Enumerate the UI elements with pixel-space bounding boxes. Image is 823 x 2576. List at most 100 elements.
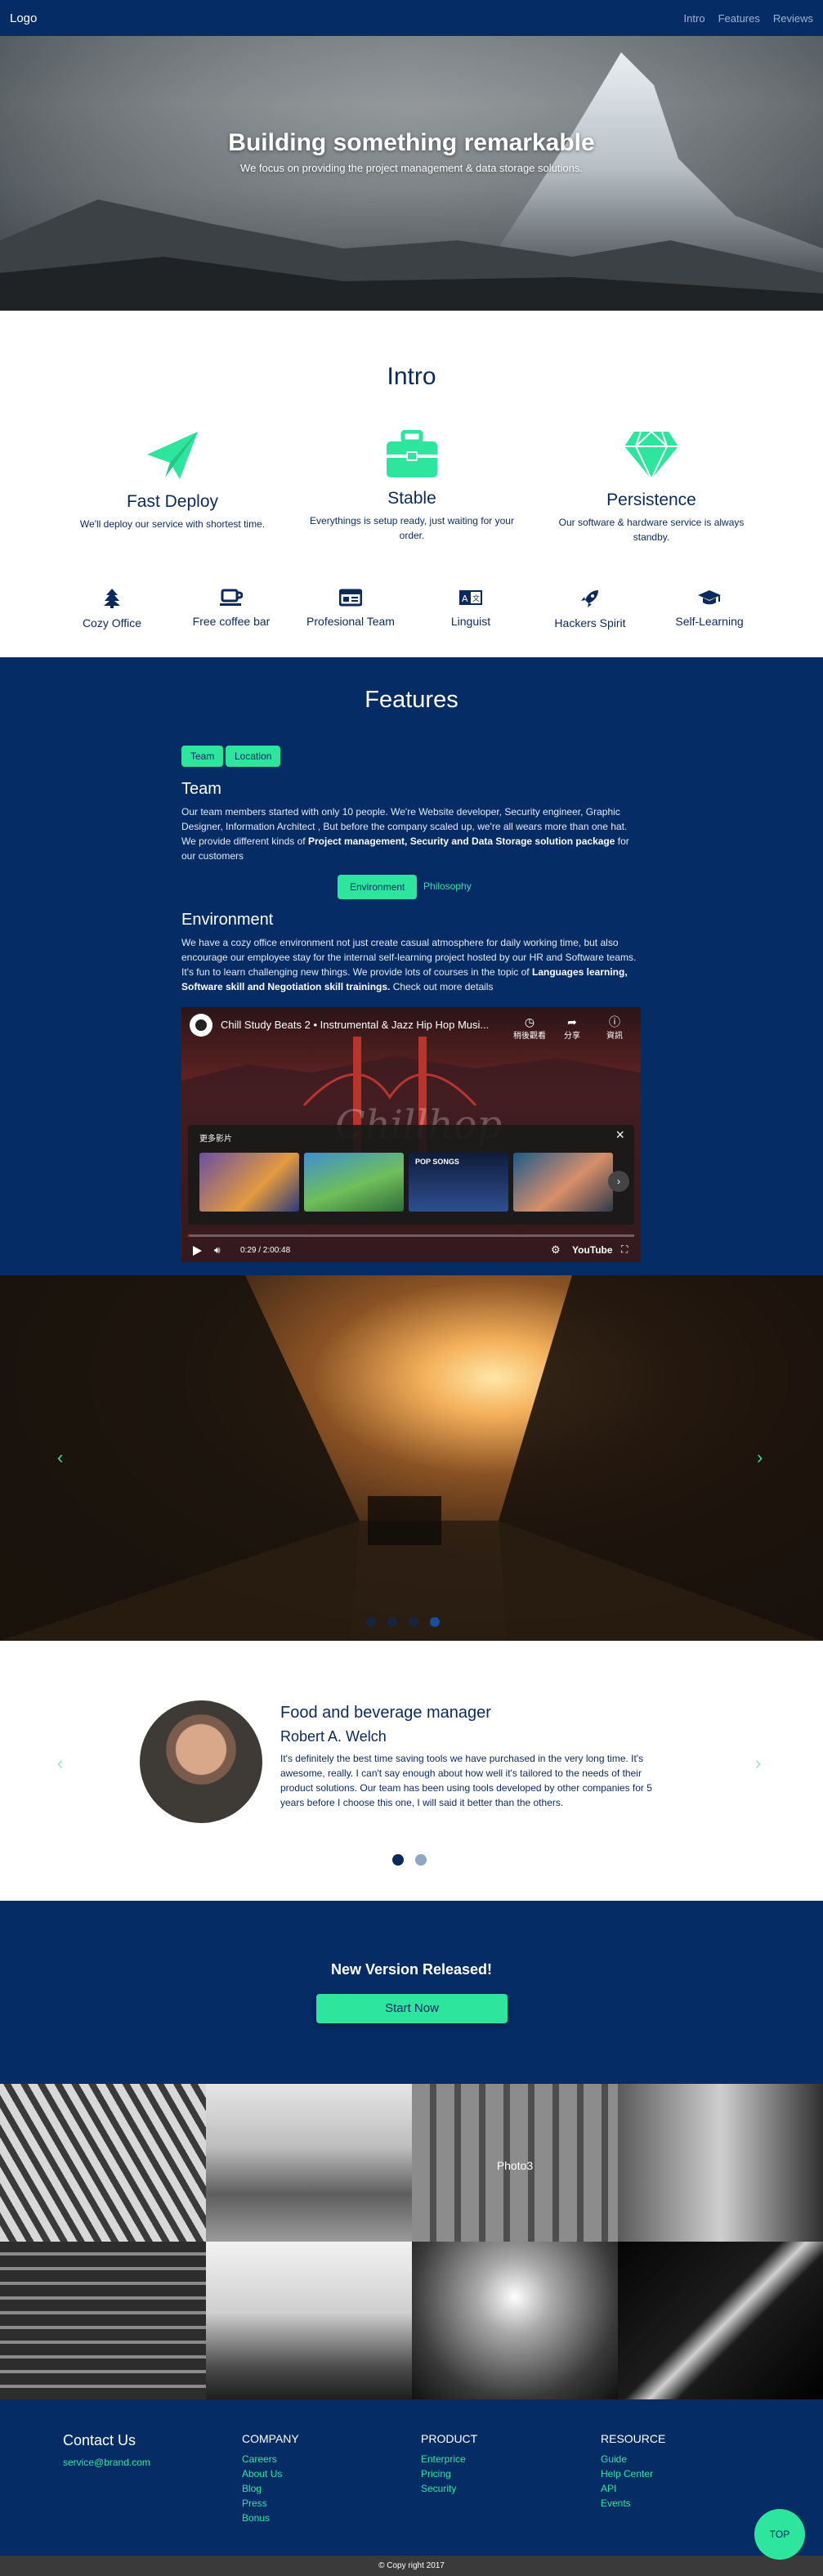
hero-subtitle: We focus on providing the project manage…	[240, 162, 583, 174]
feature-title: Fast Deploy	[126, 492, 219, 511]
tab-location[interactable]: Location	[226, 746, 281, 767]
youtube-logo[interactable]: YouTube	[572, 1244, 613, 1256]
gallery-photo[interactable]	[0, 2084, 206, 2242]
carousel-next-icon[interactable]: ›	[757, 1447, 763, 1468]
avatar	[140, 1700, 262, 1823]
gallery-photo[interactable]	[412, 2242, 618, 2399]
perk-label: Self-Learning	[675, 615, 744, 628]
share-label: 分享	[564, 1032, 580, 1041]
copyright: © Copy right 2017	[0, 2556, 823, 2576]
video-progress-fill	[188, 1234, 190, 1237]
team-title: Team	[181, 780, 221, 798]
perk-coffee-bar: Free coffee bar	[178, 589, 284, 628]
footer-link[interactable]: Events	[601, 2496, 665, 2511]
chevron-right-icon[interactable]: ›	[608, 1171, 629, 1192]
testimonial-next-icon[interactable]: ›	[755, 1753, 761, 1774]
gallery-photo[interactable]	[618, 2242, 823, 2399]
diamond-icon	[624, 430, 678, 481]
contact-title: Contact Us	[63, 2432, 136, 2448]
perk-self-learning: Self-Learning	[656, 589, 763, 628]
perk-label: Hackers Spirit	[554, 616, 626, 629]
footer-link[interactable]: Enterprice	[421, 2452, 477, 2466]
video-title[interactable]: Chill Study Beats 2 • Instrumental & Jaz…	[221, 1019, 489, 1031]
release-banner: New Version Released! Start Now	[0, 1901, 823, 2084]
briefcase-icon	[387, 430, 437, 477]
testimonial-indicator[interactable]	[415, 1854, 427, 1866]
team-text: Our team members started with only 10 pe…	[181, 806, 629, 862]
back-to-top-button[interactable]: TOP	[754, 2509, 805, 2560]
video-thumbnail[interactable]	[304, 1153, 404, 1212]
footer-link[interactable]: Security	[421, 2481, 477, 2496]
perk-label: Cozy Office	[82, 616, 142, 629]
carousel-indicator[interactable]	[409, 1617, 418, 1627]
clock-icon: ◷	[524, 1015, 535, 1028]
nav-link-intro[interactable]: Intro	[684, 12, 705, 25]
gallery-photo[interactable]	[206, 2084, 412, 2242]
testimonial-prev-icon[interactable]: ‹	[57, 1753, 63, 1774]
gallery-photo[interactable]: Photo3	[412, 2084, 618, 2242]
perk-cozy-office: Cozy Office	[59, 589, 165, 629]
feature-text: Everythings is setup ready, just waiting…	[310, 515, 514, 541]
gallery-photo[interactable]	[206, 2242, 412, 2399]
footer-column-resource: RESOURCE Guide Help Center API Events	[601, 2432, 665, 2511]
rocket-icon	[581, 590, 598, 607]
play-icon[interactable]	[193, 1246, 202, 1256]
hero-banner: Building something remarkable We focus o…	[0, 36, 823, 311]
footer-link[interactable]: Bonus	[242, 2511, 299, 2525]
tree-icon	[104, 589, 120, 608]
footer-link[interactable]: Help Center	[601, 2466, 665, 2481]
nav-link-reviews[interactable]: Reviews	[773, 12, 813, 25]
more-videos-label: 更多影片	[199, 1135, 232, 1144]
photo-gallery: Photo3	[0, 2084, 823, 2399]
perk-linguist: A 文 Linguist	[418, 589, 524, 628]
video-progress-bar[interactable]	[188, 1234, 634, 1237]
nav-link-features[interactable]: Features	[718, 12, 760, 25]
footer-link[interactable]: About Us	[242, 2466, 299, 2481]
language-icon: A 文	[459, 590, 482, 605]
video-thumbnail[interactable]: POP SONGS	[409, 1153, 508, 1212]
close-icon[interactable]: ×	[615, 1127, 624, 1144]
testimonial-job-title: Food and beverage manager	[280, 1704, 491, 1722]
more-videos-panel: 更多影片 × POP SONGS ›	[188, 1125, 634, 1225]
share-button[interactable]: ➦ 分享	[551, 1015, 593, 1041]
carousel-prev-icon[interactable]: ‹	[57, 1447, 63, 1468]
environment-text: We have a cozy office environment not ju…	[181, 937, 637, 992]
footer-link[interactable]: Blog	[242, 2481, 299, 2496]
gallery-photo[interactable]	[0, 2242, 206, 2399]
youtube-video-player[interactable]: Chillhop Chill Study Beats 2 • Instrumen…	[181, 1007, 641, 1262]
tab-philosophy[interactable]: Philosophy	[415, 875, 480, 899]
video-thumbnail[interactable]	[513, 1153, 613, 1212]
info-icon: ⓘ	[609, 1015, 620, 1028]
video-controls: 🔊︎ 0:29 / 2:00:48 ⚙ YouTube ⛶	[181, 1239, 641, 1262]
carousel-indicator[interactable]	[366, 1617, 376, 1627]
gear-icon[interactable]: ⚙	[551, 1243, 561, 1257]
tab-team[interactable]: Team	[181, 746, 224, 767]
carousel-indicator[interactable]	[430, 1617, 440, 1627]
footer-link[interactable]: Careers	[242, 2452, 299, 2466]
environment-title: Environment	[181, 911, 274, 929]
carousel-indicator[interactable]	[387, 1617, 397, 1627]
footer-column-title: RESOURCE	[601, 2432, 666, 2445]
feature-title: Stable	[387, 489, 436, 508]
perk-label: Free coffee bar	[192, 615, 271, 628]
watch-later-button[interactable]: ◷ 稍後觀看	[508, 1015, 551, 1041]
footer-link[interactable]: Pricing	[421, 2466, 477, 2481]
fullscreen-icon[interactable]: ⛶	[621, 1243, 628, 1256]
gallery-photo[interactable]	[618, 2084, 823, 2242]
testimonial-indicator[interactable]	[392, 1854, 404, 1866]
tab-environment[interactable]: Environment	[338, 875, 418, 899]
video-thumbnail[interactable]	[199, 1153, 299, 1212]
channel-avatar[interactable]	[190, 1014, 212, 1037]
features-section: Features Team Location Team Our team mem…	[0, 657, 823, 1275]
footer-column-title: PRODUCT	[421, 2432, 478, 2445]
info-button[interactable]: ⓘ 資訊	[593, 1015, 636, 1041]
feature-fast-deploy: Fast Deploy We'll deploy our service wit…	[70, 430, 275, 531]
logo[interactable]: Logo	[10, 11, 37, 25]
footer-link[interactable]: Guide	[601, 2452, 665, 2466]
volume-icon[interactable]: 🔊︎	[214, 1244, 221, 1257]
start-now-button[interactable]: Start Now	[316, 1994, 508, 2023]
footer-link[interactable]: Press	[242, 2496, 299, 2511]
perk-label: Linguist	[450, 615, 491, 628]
footer-link[interactable]: API	[601, 2481, 665, 2496]
contact-email[interactable]: service@brand.com	[63, 2457, 150, 2468]
